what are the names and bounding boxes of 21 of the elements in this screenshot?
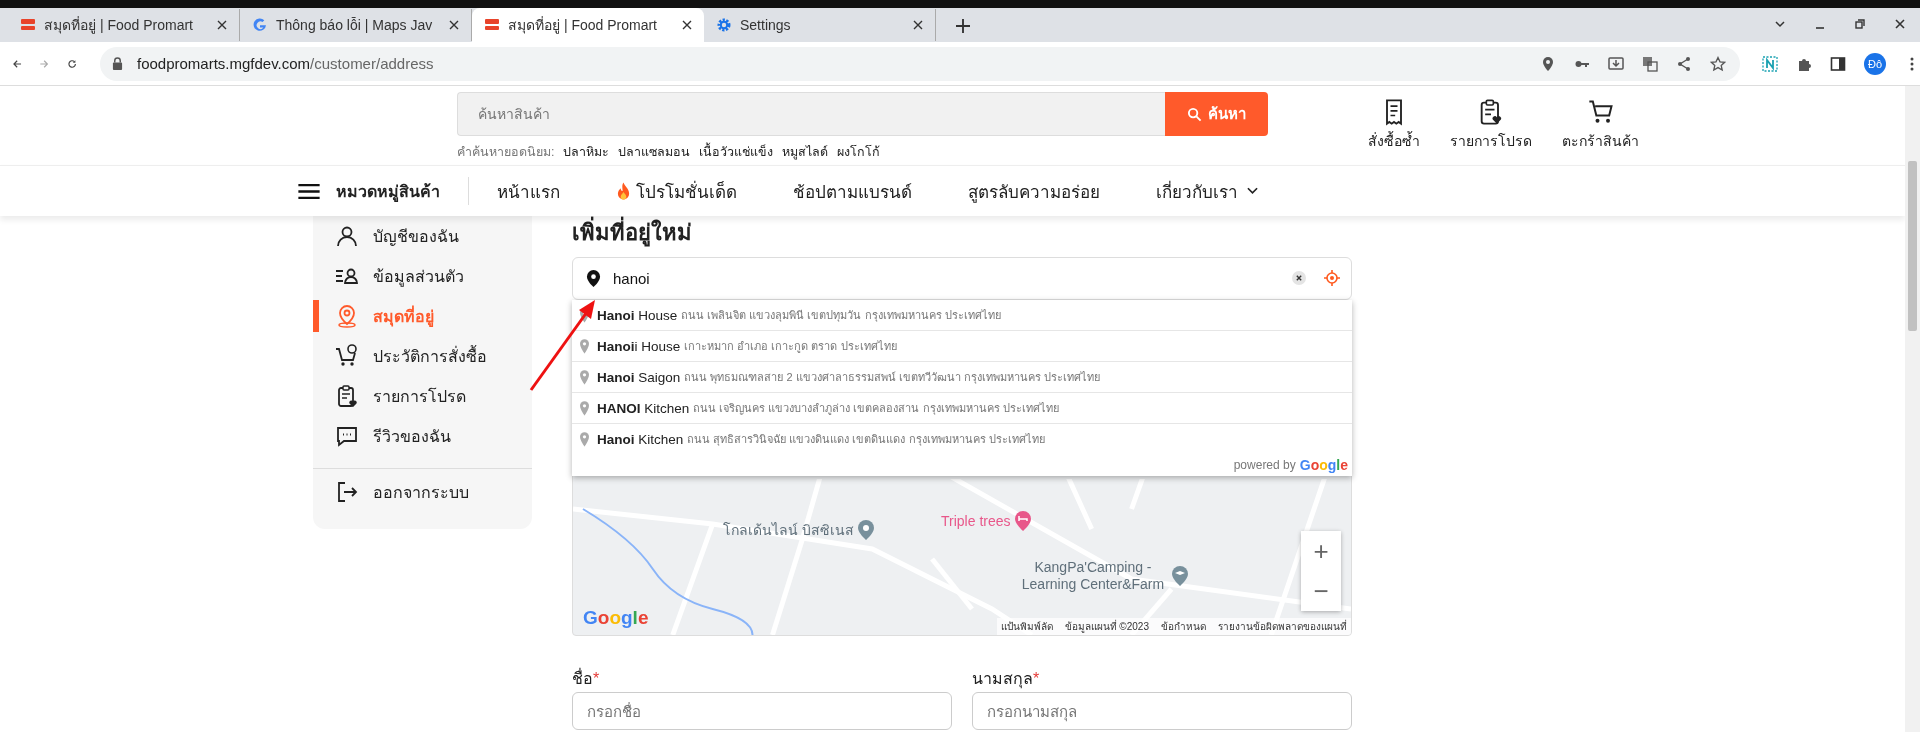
tab-title: สมุดที่อยู่ | Food Promart [44, 15, 194, 36]
tab-title: Settings [740, 17, 792, 33]
suggestion-name: HANOI Kitchen [597, 400, 690, 416]
field-label: นามสกุล* [972, 669, 1041, 688]
suggestion-name: Hanoi House [597, 307, 678, 323]
suggestion-name: Hanoi Kitchen [597, 431, 684, 447]
suggestion-address: ถนน พุทธมณฑลสาย 2 แขวงศาลาธรรมสพน์ เขตทวีวัฒนา กรุงเทพมหานคร ประเทศไทย [684, 370, 1100, 386]
suggestion-address: เกาะหมาก อำเภอ เกาะกูด ตราด ประเทศไทย [684, 339, 897, 355]
suggestion-name: Hanoii House [597, 338, 681, 354]
suggestion-name: Hanoi Saigon [597, 369, 681, 385]
powered-by-text: powered by [1233, 458, 1296, 472]
suggestion-address: ถนน สุทธิสารวินิจฉัย แขวงดินแดง เขตดินแดง กรุงเทพมหานคร ประเทศไทย [687, 432, 1045, 448]
suggestion-address: ถนน เจริญนคร แขวงบางลำภูล่าง เขตคลองสาน กรุงเทพมหานคร ประเทศไทย [693, 401, 1059, 417]
page-heading: เพิ่มที่อยู่ใหม่ [572, 218, 1352, 248]
tab-title: สมุดที่อยู่ | Food Promart [508, 15, 658, 36]
google-logo: Google [1299, 457, 1348, 473]
suggestion-address: ถนน เพลินจิต แขวงลุมพินี เขตปทุมวัน กรุงเทพมหานคร ประเทศไทย [681, 308, 1001, 324]
popular-searches-label: คำค้นหายอดนิยม: [457, 144, 555, 161]
url-text: foodpromarts.mgfdev.com/customer/address [137, 55, 434, 72]
tab-title: Thông báo lỗi | Maps Jav [276, 17, 434, 33]
field-label: ชื่อ* [572, 667, 601, 688]
